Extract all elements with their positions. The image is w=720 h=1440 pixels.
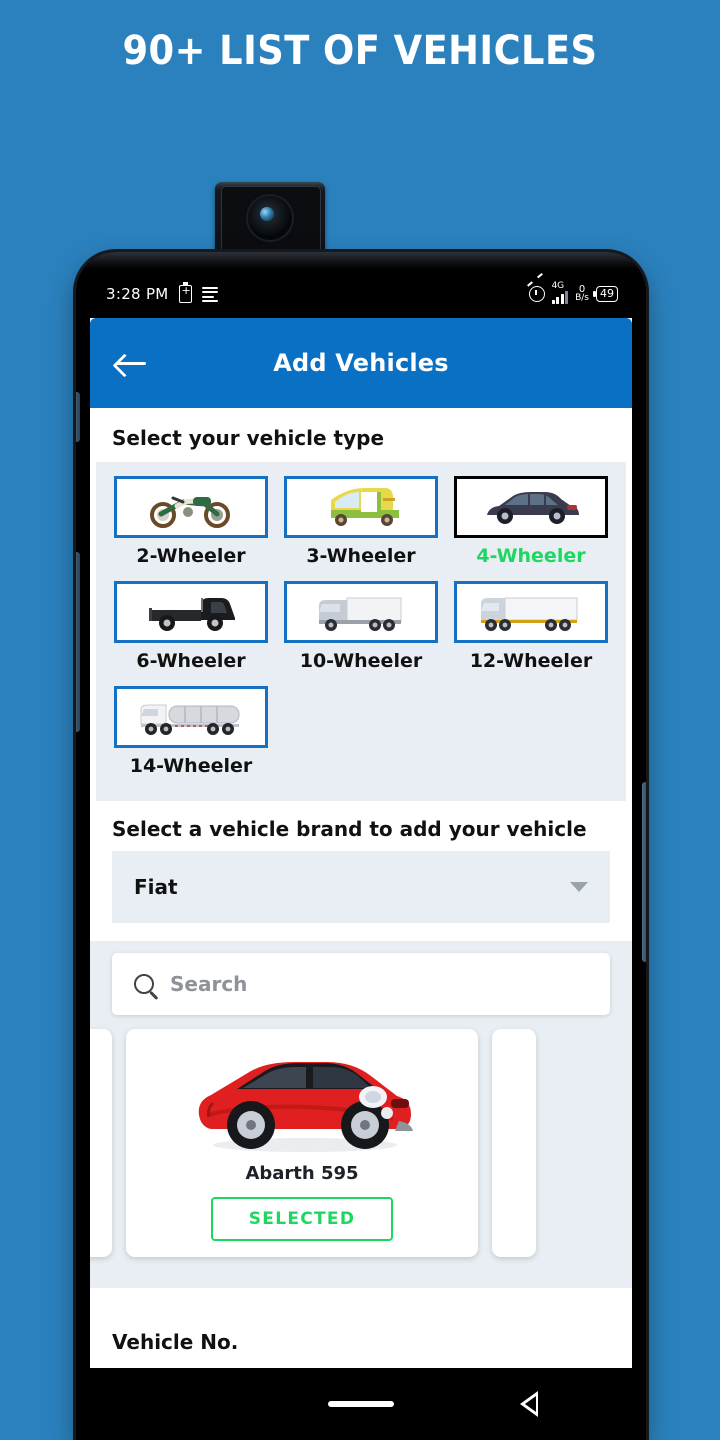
- page-title: 90+ LIST OF VEHICLES: [122, 28, 598, 74]
- camera-lens-icon: [248, 196, 292, 240]
- vehicle-type-option-12-wheeler[interactable]: 12-Wheeler: [446, 577, 616, 682]
- vehicle-type-option-3-wheeler[interactable]: 3-Wheeler: [276, 472, 446, 577]
- screen-content: Select your vehicle type 2-Wheeler 3-Whe…: [90, 408, 632, 1440]
- auto-rickshaw-icon: [283, 476, 438, 538]
- vehicle-type-option-14-wheeler[interactable]: 14-Wheeler: [106, 682, 276, 787]
- vehicle-type-option-2-wheeler[interactable]: 2-Wheeler: [106, 472, 276, 577]
- vehicle-type-option-6-wheeler[interactable]: 6-Wheeler: [106, 577, 276, 682]
- box-truck-icon: [283, 581, 438, 643]
- search-placeholder: Search: [170, 972, 248, 996]
- phone-mockup: 3:28 PM 4G 0 B/s 49: [76, 182, 646, 1440]
- network-speed: 0 B/s: [575, 285, 589, 303]
- next-field-area: Vehicle No.: [90, 1288, 632, 1354]
- vehicle-card[interactable]: Abarth 595 SELECTED: [126, 1029, 478, 1257]
- app-bar: Add Vehicles: [90, 318, 632, 408]
- home-pill-icon[interactable]: [328, 1401, 394, 1407]
- phone-screen: 3:28 PM 4G 0 B/s 49: [90, 270, 632, 1440]
- signal-icon: 4G: [551, 281, 569, 304]
- volume-down-button[interactable]: [76, 552, 80, 732]
- brand-heading: Select a vehicle brand to add your vehic…: [112, 817, 587, 841]
- vehicle-carousel-section: Search Abarth 595 SELECTED: [90, 941, 632, 1288]
- vehicle-photo: [126, 1039, 478, 1161]
- vehicle-type-label: 2-Wheeler: [136, 545, 246, 567]
- phone-body: 3:28 PM 4G 0 B/s 49: [76, 252, 646, 1440]
- app-bar-title: Add Vehicles: [273, 349, 449, 377]
- vehicle-type-label: 10-Wheeler: [299, 650, 423, 672]
- notes-icon: [201, 286, 220, 302]
- status-bar: 3:28 PM 4G 0 B/s 49: [90, 270, 632, 318]
- vehicle-type-label: 3-Wheeler: [306, 545, 416, 567]
- motorcycle-icon: [114, 476, 268, 538]
- vehicle-type-option-4-wheeler[interactable]: 4-Wheeler: [446, 472, 616, 577]
- brand-dropdown[interactable]: Fiat: [112, 851, 610, 923]
- vehicle-type-heading: Select your vehicle type: [112, 426, 385, 450]
- vehicle-cards-row: Abarth 595 SELECTED: [90, 1029, 632, 1279]
- phone-bezel: [76, 252, 646, 270]
- vehicle-type-label: 14-Wheeler: [129, 755, 253, 777]
- vehicle-name: Abarth 595: [245, 1163, 359, 1184]
- vehicle-type-label: 4-Wheeler: [476, 545, 586, 567]
- status-bar-left: 3:28 PM: [106, 282, 220, 303]
- vehicle-type-grid: 2-Wheeler 3-Wheeler 4-Wheeler 6-Wheeler …: [96, 462, 626, 801]
- battery-add-icon: [178, 282, 192, 303]
- vehicle-type-label: 12-Wheeler: [469, 650, 593, 672]
- volume-up-button[interactable]: [76, 392, 80, 442]
- network-type-label: 4G: [551, 280, 565, 291]
- tanker-truck-icon: [114, 686, 268, 748]
- battery-indicator: 49: [593, 286, 618, 302]
- vehicle-card-next[interactable]: [492, 1029, 536, 1257]
- status-bar-right: 4G 0 B/s 49: [528, 281, 618, 304]
- power-button[interactable]: [642, 782, 646, 962]
- vehicle-no-label: Vehicle No.: [112, 1330, 239, 1354]
- nav-back-icon[interactable]: [520, 1391, 538, 1417]
- vehicle-type-option-10-wheeler[interactable]: 10-Wheeler: [276, 577, 446, 682]
- vehicle-type-label: 6-Wheeler: [136, 650, 246, 672]
- search-input[interactable]: Search: [112, 953, 610, 1015]
- select-vehicle-button[interactable]: SELECTED: [210, 1197, 394, 1241]
- brand-dropdown-value: Fiat: [134, 875, 178, 899]
- alarm-icon: [528, 286, 545, 302]
- network-speed-unit: B/s: [575, 293, 589, 303]
- pickup-truck-icon: [114, 581, 268, 643]
- vehicle-card-previous[interactable]: [90, 1029, 112, 1257]
- trailer-truck-icon: [453, 581, 608, 643]
- status-time: 3:28 PM: [106, 285, 169, 303]
- car-icon: [453, 476, 608, 538]
- android-nav-bar: [76, 1368, 646, 1440]
- popup-selfie-camera: [215, 182, 325, 260]
- chevron-down-icon: [570, 882, 588, 892]
- search-icon: [134, 974, 154, 994]
